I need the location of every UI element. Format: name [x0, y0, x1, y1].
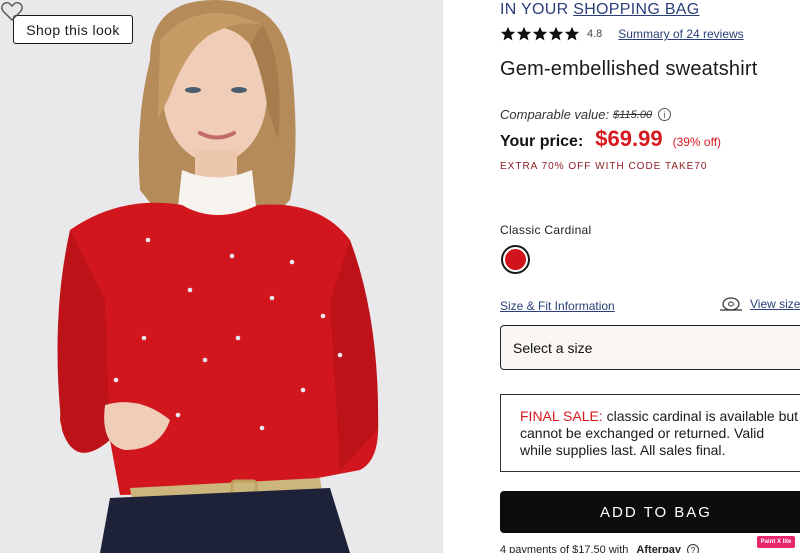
info-icon[interactable]: i — [658, 108, 672, 121]
size-fit-info-link[interactable]: Size & Fit Information — [500, 299, 615, 313]
comparable-price: $115.00 — [613, 108, 653, 121]
shop-this-look-button[interactable]: Shop this look — [13, 15, 133, 44]
afterpay-logo: Afterpay — [636, 544, 682, 553]
comparable-value: Comparable value: $115.00 i — [500, 107, 672, 122]
bag-notice-prefix: IN YOUR — [500, 1, 569, 18]
reviews-summary-link[interactable]: Summary of 24 reviews — [618, 27, 743, 41]
afterpay-text: 4 payments of $17.50 with — [500, 544, 629, 553]
star-icon — [516, 26, 532, 41]
product-image[interactable]: Shop this look — [0, 0, 443, 553]
size-select-dropdown[interactable]: Select a size — [500, 325, 800, 370]
help-icon[interactable]: ? — [687, 544, 700, 553]
rating-value: 4.8 — [587, 28, 603, 40]
sale-price: $69.99 — [595, 126, 663, 151]
final-sale-notice: FINAL SALE: classic cardinal is availabl… — [500, 394, 800, 472]
selected-color-name: Classic Cardinal — [500, 223, 592, 237]
view-size-chart-link[interactable]: View size — [718, 296, 800, 312]
product-info-panel: IN YOUR SHOPPING BAG 4.8 Summary of 24 r… — [500, 0, 800, 553]
final-sale-label: FINAL SALE: — [520, 408, 603, 424]
afterpay-message: 4 payments of $17.50 with Afterpay ? — [500, 544, 700, 553]
star-icon — [500, 26, 516, 41]
model-illustration — [0, 0, 443, 553]
view-size-label: View size — [750, 297, 800, 311]
star-icon — [532, 26, 548, 41]
shopping-bag-link[interactable]: SHOPPING BAG — [573, 1, 699, 18]
swatch-fill — [505, 249, 526, 270]
comparable-label: Comparable value: — [500, 107, 610, 122]
rating-row: 4.8 Summary of 24 reviews — [500, 25, 744, 43]
paint-x-badge[interactable]: Paint X lite — [757, 536, 795, 548]
color-swatch-classic-cardinal[interactable] — [501, 245, 530, 274]
discount-percent: (39% off) — [672, 135, 722, 149]
star-icon — [548, 26, 564, 41]
tape-measure-icon — [720, 297, 742, 311]
your-price-label: Your price: — [500, 133, 584, 150]
add-to-bag-button[interactable]: ADD TO BAG — [500, 491, 800, 533]
product-title: Gem-embellished sweatshirt — [500, 58, 758, 80]
star-rating — [500, 26, 580, 42]
star-icon — [564, 26, 580, 41]
in-your-bag-notice: IN YOUR SHOPPING BAG — [500, 1, 700, 19]
heart-outline-icon[interactable] — [0, 0, 24, 22]
price-row: Your price: $69.99 (39% off) — [500, 126, 721, 152]
promo-code-message: EXTRA 70% OFF WITH CODE TAKE70 — [500, 161, 708, 172]
